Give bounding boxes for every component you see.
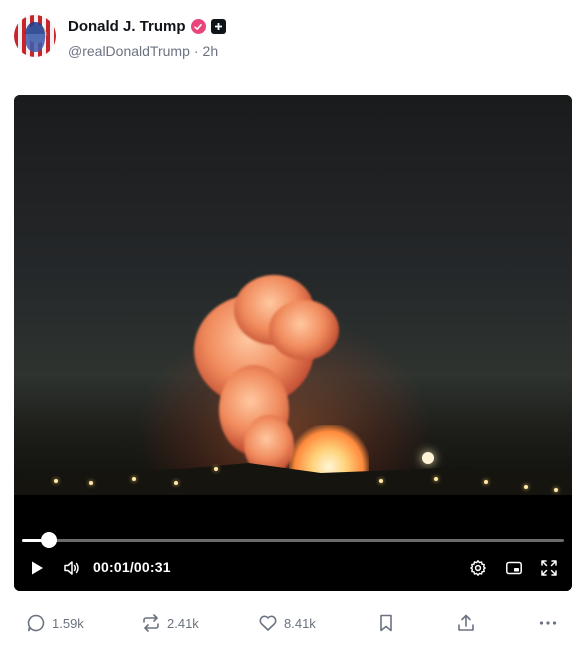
plus-badge-icon bbox=[210, 19, 226, 34]
author-name-row: Donald J. Trump bbox=[68, 18, 226, 35]
duration: 00:31 bbox=[133, 559, 171, 575]
like-count: 8.41k bbox=[284, 615, 316, 631]
progress-bar[interactable] bbox=[22, 532, 564, 548]
video-player[interactable]: 00:01/00:31 bbox=[14, 95, 572, 591]
author-meta: @realDonaldTrump · 2h bbox=[68, 43, 218, 59]
repost-button[interactable]: 2.41k bbox=[141, 607, 199, 639]
bookmark-button[interactable] bbox=[376, 607, 396, 639]
more-icon bbox=[539, 621, 557, 625]
volume-icon[interactable] bbox=[61, 557, 83, 579]
post-actions: 1.59k 2.41k 8.41k bbox=[14, 607, 566, 639]
control-row: 00:01/00:31 bbox=[14, 557, 572, 579]
share-icon bbox=[458, 614, 474, 631]
like-button[interactable]: 8.41k bbox=[258, 607, 316, 639]
reply-button[interactable]: 1.59k bbox=[26, 607, 84, 639]
video-controls: 00:01/00:31 bbox=[14, 495, 572, 591]
author-display-name[interactable]: Donald J. Trump bbox=[68, 18, 186, 35]
progress-knob[interactable] bbox=[41, 532, 58, 548]
repost-count: 2.41k bbox=[167, 615, 199, 631]
repost-icon bbox=[143, 614, 159, 632]
bookmark-icon bbox=[380, 614, 392, 632]
video-frame[interactable] bbox=[14, 95, 572, 515]
meta-separator: · bbox=[193, 43, 199, 59]
reply-icon bbox=[27, 614, 45, 632]
reply-count: 1.59k bbox=[52, 615, 84, 631]
picture-in-picture-icon[interactable] bbox=[503, 557, 525, 579]
share-button[interactable] bbox=[456, 607, 476, 639]
post-header: Donald J. Trump @realDonaldTrump · 2h bbox=[14, 15, 566, 59]
current-time: 00:01 bbox=[93, 559, 130, 575]
playback-time: 00:01/00:31 bbox=[93, 559, 171, 575]
heart-icon bbox=[259, 615, 277, 631]
settings-icon[interactable] bbox=[467, 557, 489, 579]
avatar[interactable] bbox=[14, 15, 56, 57]
verified-badge-icon bbox=[190, 19, 206, 34]
play-icon[interactable] bbox=[26, 557, 48, 579]
post-timestamp[interactable]: 2h bbox=[203, 43, 219, 59]
more-options-button[interactable] bbox=[538, 607, 558, 639]
author-handle[interactable]: @realDonaldTrump bbox=[68, 43, 190, 59]
fullscreen-icon[interactable] bbox=[538, 557, 560, 579]
